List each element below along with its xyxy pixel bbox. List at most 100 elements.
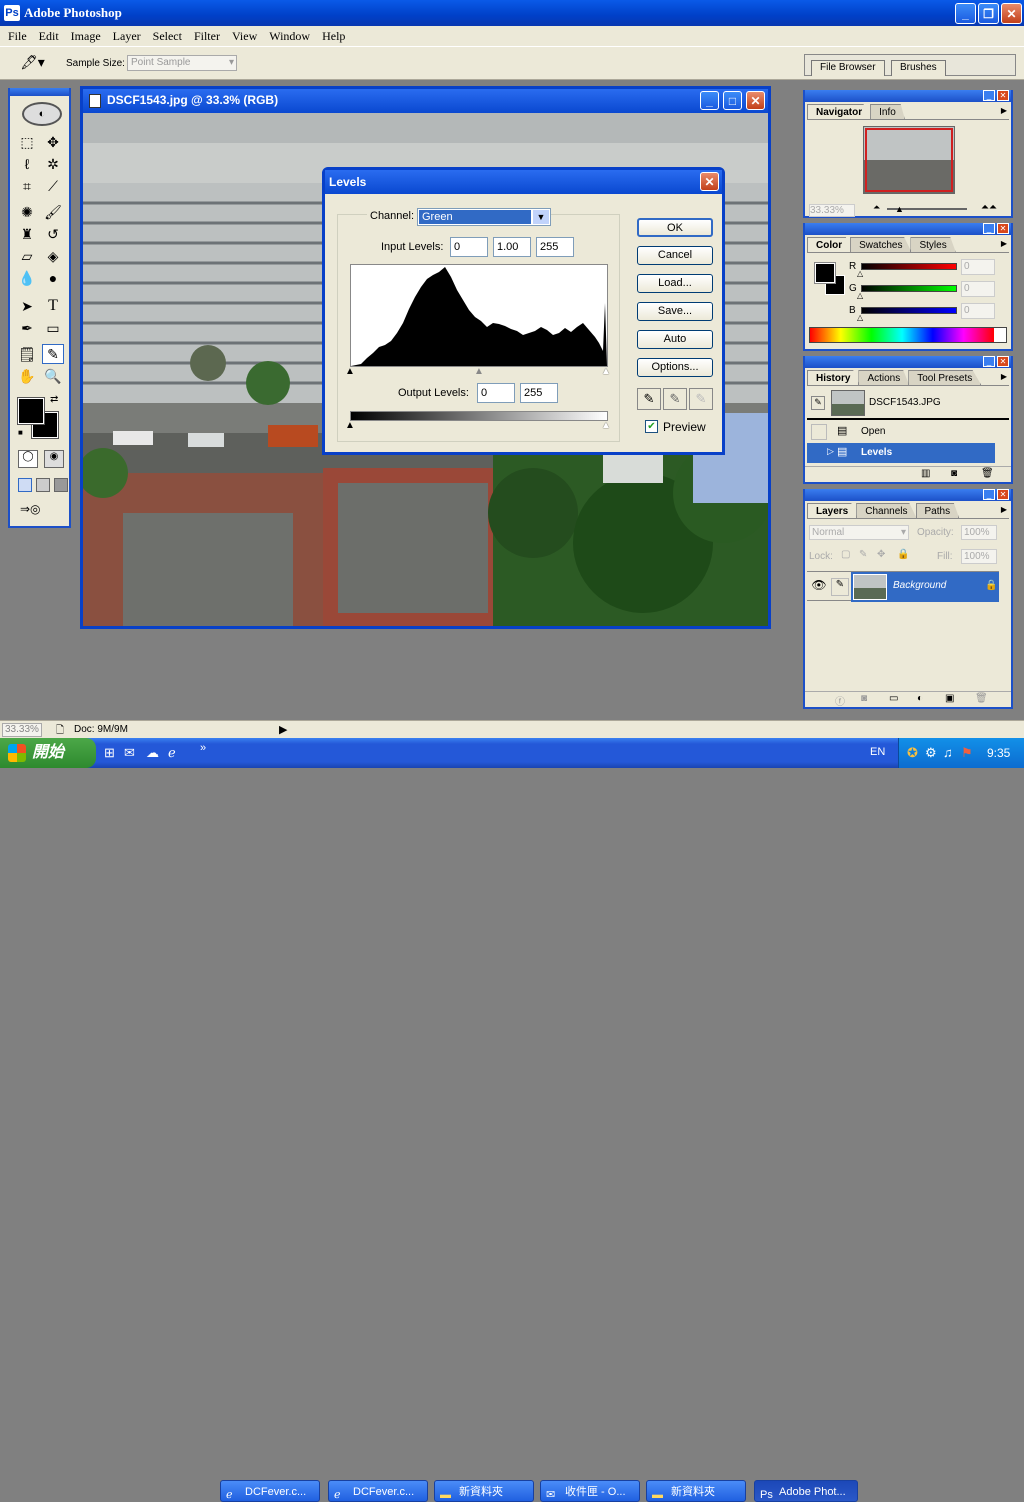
green-slider-thumb-icon[interactable]: △: [857, 291, 863, 300]
pen-tool-icon[interactable]: ✒: [16, 318, 38, 338]
blur-tool-icon[interactable]: 💧: [16, 268, 38, 288]
dodge-tool-icon[interactable]: ●: [42, 268, 64, 288]
palette-menu-arrow-icon[interactable]: ▶: [1001, 106, 1007, 115]
menu-help[interactable]: Help: [316, 26, 351, 46]
tab-paths[interactable]: Paths: [915, 503, 960, 518]
move-tool-icon[interactable]: ✥: [42, 132, 64, 152]
new-adjustment-layer-icon[interactable]: ◐: [917, 693, 923, 704]
palette-minimize-button[interactable]: _: [983, 223, 995, 234]
tab-actions[interactable]: Actions: [858, 370, 910, 385]
quicklaunch-outlook-icon[interactable]: ✉: [124, 745, 135, 761]
navigator-thumbnail[interactable]: [863, 126, 955, 194]
options-button[interactable]: Options...: [637, 358, 713, 377]
palette-close-button[interactable]: ✕: [997, 223, 1009, 234]
input-black-slider-icon[interactable]: ▲: [345, 366, 355, 377]
black-point-eyedropper-icon[interactable]: ✎: [637, 388, 661, 410]
task-dcfever-2[interactable]: ℯ DCFever.c...: [328, 1480, 428, 1502]
task-new-folder-2[interactable]: ▬ 新資料夾: [646, 1480, 746, 1502]
menu-window[interactable]: Window: [263, 26, 316, 46]
auto-button[interactable]: Auto: [637, 330, 713, 349]
cancel-button[interactable]: Cancel: [637, 246, 713, 265]
trash-icon[interactable]: 🗑: [981, 468, 994, 479]
menu-select[interactable]: Select: [147, 26, 188, 46]
tab-layers[interactable]: Layers: [807, 503, 858, 518]
screen-mode-full-icon[interactable]: [54, 478, 68, 492]
lasso-tool-icon[interactable]: ℓ: [16, 154, 38, 174]
status-menu-arrow-icon[interactable]: ▶: [279, 723, 287, 736]
standard-mode-icon[interactable]: ◯: [18, 450, 38, 468]
quicklaunch-desktop-icon[interactable]: ⊞: [104, 745, 115, 761]
tab-styles[interactable]: Styles: [910, 237, 956, 252]
menu-filter[interactable]: Filter: [188, 26, 226, 46]
restore-button[interactable]: ❐: [978, 3, 999, 24]
zoom-out-icon[interactable]: ⏶: [873, 202, 880, 213]
crop-tool-icon[interactable]: ⌗: [16, 176, 38, 196]
minimize-button[interactable]: _: [955, 3, 976, 24]
palette-minimize-button[interactable]: _: [983, 90, 995, 101]
well-tab-file-browser[interactable]: File Browser: [811, 60, 885, 76]
foreground-color-swatch[interactable]: [17, 397, 45, 425]
task-dcfever-1[interactable]: ℯ DCFever.c...: [220, 1480, 320, 1502]
output-black-field[interactable]: 0: [477, 383, 515, 403]
slice-tool-icon[interactable]: ⟋: [42, 176, 64, 196]
layer-style-icon[interactable]: ⓕ: [835, 693, 845, 708]
palette-menu-arrow-icon[interactable]: ▶: [1001, 505, 1007, 514]
lock-all-icon[interactable]: 🔒: [897, 549, 909, 560]
history-snapshot-row[interactable]: ✎ DSCF1543.JPG: [807, 388, 1009, 420]
zoom-slider-thumb-icon[interactable]: ▲: [895, 204, 904, 214]
menu-image[interactable]: Image: [65, 26, 107, 46]
shape-tool-icon[interactable]: ▭: [42, 318, 64, 338]
path-selection-tool-icon[interactable]: ➤: [16, 296, 38, 316]
input-black-field[interactable]: 0: [450, 237, 488, 257]
notes-tool-icon[interactable]: 🗒: [16, 344, 38, 364]
new-layer-icon[interactable]: ▣: [945, 693, 954, 704]
layer-row-background[interactable]: 👁 ✎ Background 🔒: [807, 571, 999, 602]
clone-stamp-tool-icon[interactable]: ♜: [16, 224, 38, 244]
doc-close-button[interactable]: ✕: [746, 91, 765, 110]
output-white-field[interactable]: 255: [520, 383, 558, 403]
start-button[interactable]: 開始: [0, 738, 96, 768]
palette-minimize-button[interactable]: _: [983, 356, 995, 367]
color-ramp[interactable]: [809, 327, 1007, 343]
type-tool-icon[interactable]: T: [42, 296, 64, 316]
trash-icon[interactable]: 🗑: [975, 693, 988, 704]
output-black-slider-icon[interactable]: ▲: [345, 420, 355, 431]
tab-history[interactable]: History: [807, 370, 860, 385]
blue-slider[interactable]: [861, 307, 957, 314]
blue-value-field[interactable]: 0: [961, 303, 995, 319]
palette-menu-arrow-icon[interactable]: ▶: [1001, 372, 1007, 381]
screen-mode-full-menu-icon[interactable]: [36, 478, 50, 492]
eye-icon[interactable]: 👁: [809, 578, 829, 596]
lock-transparency-icon[interactable]: ▢: [841, 549, 850, 560]
preview-checkbox[interactable]: ✔: [645, 420, 658, 433]
white-point-eyedropper-icon[interactable]: ✎: [689, 388, 713, 410]
palette-menu-arrow-icon[interactable]: ▶: [1001, 239, 1007, 248]
menu-view[interactable]: View: [226, 26, 263, 46]
clock[interactable]: 9:35: [987, 746, 1010, 760]
input-white-slider-icon[interactable]: ▲: [601, 366, 611, 377]
eyedropper-tool-preset-icon[interactable]: 🖋▾: [20, 54, 45, 71]
task-photoshop[interactable]: Ps Adobe Phot...: [754, 1480, 858, 1502]
quicklaunch-messenger-icon[interactable]: ☁: [146, 745, 159, 761]
navigator-zoom-value[interactable]: 33.33%: [809, 204, 855, 217]
blue-slider-thumb-icon[interactable]: △: [857, 313, 863, 322]
eyedropper-tool-icon[interactable]: ✎: [42, 344, 64, 364]
tab-navigator[interactable]: Navigator: [807, 104, 872, 119]
zoom-in-icon[interactable]: ⏶⏶: [981, 202, 997, 213]
input-gamma-slider-icon[interactable]: ▲: [474, 366, 484, 377]
levels-close-button[interactable]: ✕: [700, 172, 719, 191]
red-slider-thumb-icon[interactable]: △: [857, 269, 863, 278]
color-fg-swatch[interactable]: [814, 262, 836, 284]
healing-brush-tool-icon[interactable]: ✺: [16, 202, 38, 222]
zoom-tool-icon[interactable]: 🔍: [42, 366, 64, 386]
jump-to-imageready-icon[interactable]: ⇒◎: [20, 502, 62, 520]
sample-size-select[interactable]: Point Sample ▾: [127, 55, 237, 71]
paint-bucket-tool-icon[interactable]: ◈: [42, 246, 64, 266]
gray-point-eyedropper-icon[interactable]: ✎: [663, 388, 687, 410]
new-set-icon[interactable]: ▭: [889, 693, 898, 704]
input-white-field[interactable]: 255: [536, 237, 574, 257]
brush-tool-icon[interactable]: 🖌: [42, 202, 64, 222]
eraser-tool-icon[interactable]: ▱: [16, 246, 38, 266]
green-value-field[interactable]: 0: [961, 281, 995, 297]
load-button[interactable]: Load...: [637, 274, 713, 293]
